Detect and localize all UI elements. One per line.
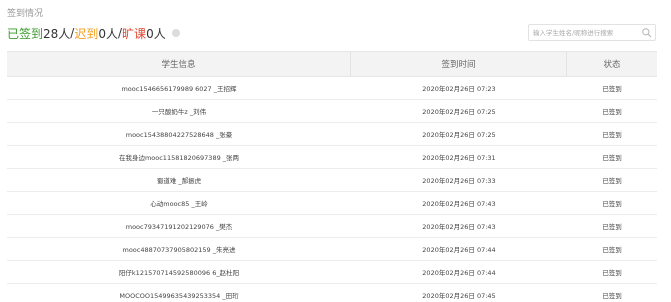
table-row: mooc15438804227528648 _张豪 2020年02月26日 07… [7, 123, 657, 146]
table-row: 阳仔k121570714592580096 6_赵杜阳 2020年02月26日 … [7, 261, 657, 284]
sign-time-cell: 2020年02月26日 07:25 [422, 108, 496, 116]
student-info-cell: MOOCOO15499635439253354 _田珩 [119, 292, 239, 300]
student-info-cell: 心动mooc85 _王岭 [150, 200, 208, 208]
status-cell: 已签到 [602, 154, 622, 162]
search-box [528, 24, 656, 41]
absent-label: 旷课 [122, 26, 147, 41]
late-label: 迟到 [74, 26, 99, 41]
section-title: 签到情况 [7, 9, 44, 19]
signed-label: 已签到 [7, 26, 44, 41]
status-cell: 已签到 [602, 269, 622, 277]
sign-in-page: 签到情况 已签到 28人 / 迟到 0人 / 旷课 0人 学生信息 签到时间 状… [0, 0, 671, 302]
status-cell: 已签到 [602, 223, 622, 231]
sign-time-cell: 2020年02月26日 07:45 [422, 292, 496, 300]
sign-time-cell: 2020年02月26日 07:44 [422, 246, 496, 254]
status-cell: 已签到 [602, 131, 622, 139]
table-row: 一只酸奶牛z _刘伟 2020年02月26日 07:25 已签到 [7, 100, 657, 123]
status-cell: 已签到 [602, 108, 622, 116]
student-info-cell: 蜀道难 _郝振虎 [156, 177, 202, 185]
search-input[interactable] [533, 25, 638, 40]
student-info-cell: mooc15438804227528648 _张豪 [125, 131, 233, 139]
sign-time-cell: 2020年02月26日 07:43 [422, 223, 496, 231]
status-cell: 已签到 [602, 292, 622, 300]
info-dot-icon[interactable] [171, 29, 180, 37]
header-student-info: 学生信息 [7, 52, 351, 76]
attendance-summary: 已签到 28人 / 迟到 0人 / 旷课 0人 [7, 25, 180, 41]
late-count: 0人 [98, 26, 118, 41]
student-info-cell: mooc1546656179989 6027 _王招辉 [121, 85, 237, 93]
status-cell: 已签到 [602, 177, 622, 185]
sign-time-cell: 2020年02月26日 07:43 [422, 200, 496, 208]
table-row: MOOCOO15499635439253354 _田珩 2020年02月26日 … [7, 284, 657, 302]
student-info-cell: 在我身边mooc11581820697389 _张两 [118, 154, 240, 162]
table-row: 在我身边mooc11581820697389 _张两 2020年02月26日 0… [7, 146, 657, 169]
status-cell: 已签到 [602, 85, 622, 93]
attendance-table: 学生信息 签到时间 状态 mooc1546656179989 6027 _王招辉… [7, 51, 657, 302]
status-cell: 已签到 [602, 200, 622, 208]
status-cell: 已签到 [602, 246, 622, 254]
student-info-cell: mooc79347191202129076 _樊杰 [125, 223, 233, 231]
search-icon[interactable] [641, 27, 652, 38]
sign-time-cell: 2020年02月26日 07:31 [422, 154, 496, 162]
header-sign-time: 签到时间 [351, 52, 567, 76]
student-info-cell: 阳仔k121570714592580096 6_赵杜阳 [118, 269, 240, 277]
absent-count: 0人 [146, 26, 166, 41]
sign-time-cell: 2020年02月26日 07:25 [422, 131, 496, 139]
table-row: mooc79347191202129076 _樊杰 2020年02月26日 07… [7, 215, 657, 238]
sign-time-cell: 2020年02月26日 07:44 [422, 269, 496, 277]
student-info-cell: 一只酸奶牛z _刘伟 [151, 108, 207, 116]
table-row: mooc1546656179989 6027 _王招辉 2020年02月26日 … [7, 77, 657, 100]
header-status: 状态 [603, 60, 621, 70]
student-info-cell: mooc48870737905802159 _朱亮进 [122, 246, 236, 254]
table-row: 蜀道难 _郝振虎 2020年02月26日 07:33 已签到 [7, 169, 657, 192]
table-row: mooc48870737905802159 _朱亮进 2020年02月26日 0… [7, 238, 657, 261]
table-row: 心动mooc85 _王岭 2020年02月26日 07:43 已签到 [7, 192, 657, 215]
sign-time-cell: 2020年02月26日 07:33 [422, 177, 496, 185]
table-header: 学生信息 签到时间 状态 [7, 52, 657, 77]
sign-time-cell: 2020年02月26日 07:23 [422, 85, 496, 93]
signed-count: 28人 [43, 26, 71, 41]
